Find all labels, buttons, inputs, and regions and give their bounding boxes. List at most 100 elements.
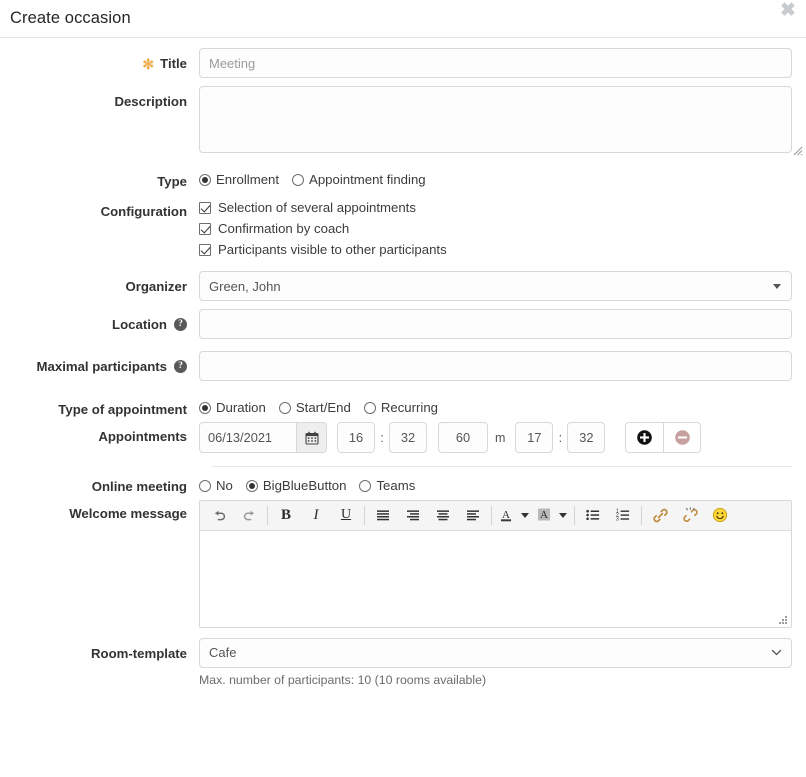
underline-icon[interactable]: U: [331, 502, 361, 529]
type-label-text: Type: [157, 175, 187, 188]
radio-appointment-duration-label: Duration: [216, 400, 266, 415]
radio-indicator-icon: [279, 402, 291, 414]
svg-text:3: 3: [616, 517, 619, 522]
field-row-room-template: Room-template Cafe Max. number of partic…: [0, 638, 806, 687]
field-row-online-meeting: Online meeting No BigBlueButton Teams: [0, 478, 806, 493]
close-icon[interactable]: ✖: [777, 0, 799, 21]
checkbox-check-icon: [199, 244, 211, 256]
radio-indicator-icon: [359, 480, 371, 492]
help-icon[interactable]: ?: [174, 318, 187, 331]
type-label: Type: [0, 166, 199, 188]
remove-appointment-button[interactable]: [663, 422, 701, 453]
radio-type-enrollment[interactable]: Enrollment: [199, 172, 279, 187]
radio-type-appointment-finding[interactable]: Appointment finding: [292, 172, 426, 187]
online-meeting-label: Online meeting: [0, 478, 199, 493]
toolbar-divider: [364, 506, 365, 525]
numbered-list-icon[interactable]: 1 2 3: [608, 502, 638, 529]
radio-appointment-duration[interactable]: Duration: [199, 400, 266, 415]
location-input[interactable]: [199, 309, 792, 339]
description-field-wrap: [199, 86, 806, 158]
unlink-icon[interactable]: [675, 502, 705, 529]
radio-online-meeting-no-label: No: [216, 478, 233, 493]
italic-icon[interactable]: I: [301, 502, 331, 529]
radio-online-meeting-teams-label: Teams: [376, 478, 415, 493]
appointment-duration-input[interactable]: [438, 422, 488, 453]
checkbox-label: Selection of several appointments: [218, 200, 416, 215]
appointments-field-wrap: : m :: [199, 420, 806, 453]
organizer-select-wrap: Green, John: [199, 271, 792, 301]
organizer-selected-value: Green, John: [209, 279, 281, 294]
room-template-select[interactable]: Cafe: [199, 638, 792, 668]
background-color-icon[interactable]: A: [533, 502, 555, 529]
appointment-start-hour-input[interactable]: [337, 422, 375, 453]
checkbox-participants-visible[interactable]: Participants visible to other participan…: [199, 242, 792, 257]
align-left-icon[interactable]: [458, 502, 488, 529]
font-color-icon[interactable]: A: [495, 502, 517, 529]
appointment-start-minute-input[interactable]: [389, 422, 427, 453]
maximal-participants-input[interactable]: [199, 351, 792, 381]
online-meeting-radio-group: No BigBlueButton Teams: [199, 478, 792, 493]
appointment-end-minute-input[interactable]: [567, 422, 605, 453]
duration-unit-label: m: [495, 431, 505, 445]
field-row-configuration: Configuration Selection of several appoi…: [0, 196, 806, 263]
appointment-end-hour-input[interactable]: [515, 422, 553, 453]
link-icon[interactable]: [645, 502, 675, 529]
calendar-icon[interactable]: [296, 422, 327, 453]
background-color-chevron-down-icon[interactable]: [555, 502, 571, 529]
organizer-label: Organizer: [0, 271, 199, 293]
room-template-label-text: Room-template: [91, 647, 187, 660]
resize-grip-icon: [792, 145, 803, 156]
field-row-location: Location ?: [0, 309, 806, 339]
welcome-message-editable-area[interactable]: [200, 531, 791, 627]
form-body: ✻ Title Description Type: [0, 38, 806, 687]
radio-indicator-icon: [292, 174, 304, 186]
field-row-welcome-message: Welcome message: [0, 500, 806, 628]
field-row-title: ✻ Title: [0, 48, 806, 78]
dialog-header: Create occasion ✖: [0, 0, 806, 38]
toolbar-divider: [641, 506, 642, 525]
align-justify-icon[interactable]: [368, 502, 398, 529]
radio-appointment-start-end[interactable]: Start/End: [279, 400, 351, 415]
bullet-list-icon[interactable]: [578, 502, 608, 529]
align-right-icon[interactable]: [398, 502, 428, 529]
emoji-icon[interactable]: [705, 502, 735, 529]
organizer-select[interactable]: Green, John: [199, 271, 792, 301]
toolbar-divider: [491, 506, 492, 525]
radio-online-meeting-teams[interactable]: Teams: [359, 478, 415, 493]
field-row-organizer: Organizer Green, John: [0, 271, 806, 301]
svg-text:A: A: [540, 509, 548, 521]
title-input[interactable]: [199, 48, 792, 78]
type-of-appointment-label-text: Type of appointment: [58, 403, 187, 416]
type-of-appointment-label: Type of appointment: [0, 394, 199, 416]
description-textarea[interactable]: [199, 86, 792, 153]
checkbox-selection-of-several-appointments[interactable]: Selection of several appointments: [199, 200, 792, 215]
appointment-date-input[interactable]: [199, 422, 296, 453]
appointments-label-text: Appointments: [98, 430, 187, 443]
resize-grip-icon: [777, 614, 788, 625]
align-center-icon[interactable]: [428, 502, 458, 529]
radio-type-enrollment-label: Enrollment: [216, 172, 279, 187]
configuration-checkbox-group: Selection of several appointments Confir…: [199, 196, 792, 257]
radio-indicator-icon: [199, 402, 211, 414]
redo-icon[interactable]: [234, 502, 264, 529]
checkbox-confirmation-by-coach[interactable]: Confirmation by coach: [199, 221, 792, 236]
title-label: ✻ Title: [0, 48, 199, 71]
bold-icon[interactable]: B: [271, 502, 301, 529]
time-separator: :: [553, 431, 567, 445]
online-meeting-field-wrap: No BigBlueButton Teams: [199, 478, 806, 493]
radio-online-meeting-bigbluebutton[interactable]: BigBlueButton: [246, 478, 347, 493]
welcome-message-label: Welcome message: [0, 500, 199, 520]
checkbox-check-icon: [199, 223, 211, 235]
description-label-text: Description: [114, 95, 187, 108]
radio-indicator-icon: [199, 480, 211, 492]
minus-circle-icon: [674, 429, 691, 446]
help-icon[interactable]: ?: [174, 360, 187, 373]
radio-online-meeting-no[interactable]: No: [199, 478, 233, 493]
radio-appointment-recurring[interactable]: Recurring: [364, 400, 438, 415]
add-appointment-button[interactable]: [625, 422, 663, 453]
welcome-message-label-text: Welcome message: [69, 507, 187, 520]
field-row-maximal-participants: Maximal participants ?: [0, 351, 806, 381]
font-color-chevron-down-icon[interactable]: [517, 502, 533, 529]
undo-icon[interactable]: [204, 502, 234, 529]
title-field-wrap: [199, 48, 806, 78]
